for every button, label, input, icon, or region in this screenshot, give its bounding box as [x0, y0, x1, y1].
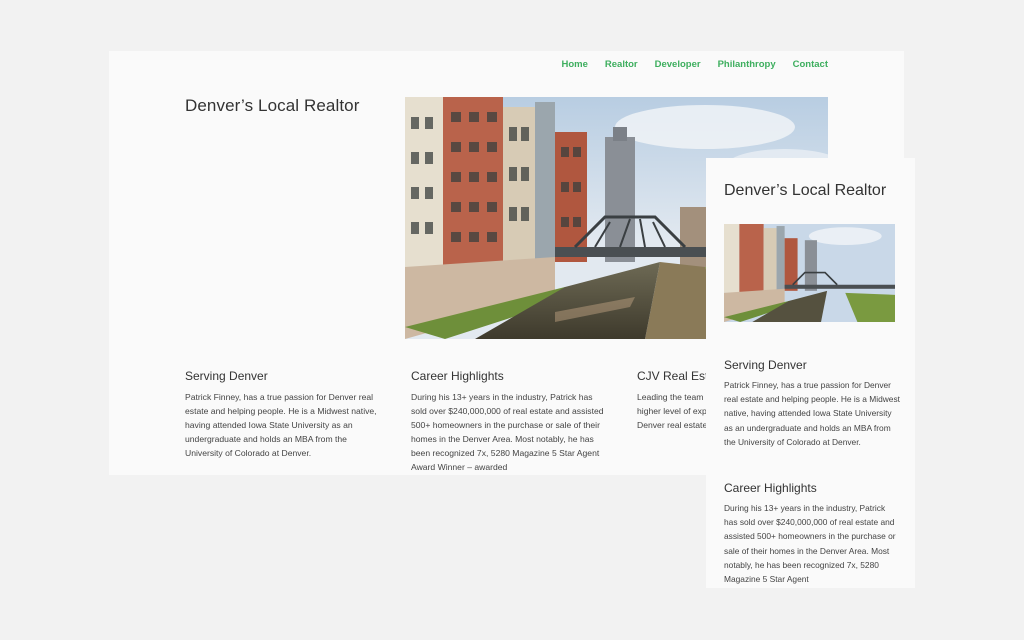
nav-contact[interactable]: Contact	[793, 60, 828, 70]
section-body: During his 13+ years in the industry, Pa…	[411, 392, 604, 472]
page-title: Denver’s Local Realtor	[185, 96, 360, 115]
mobile-page-title: Denver’s Local Realtor	[724, 182, 887, 199]
section-serving-denver: Serving Denver Patrick Finney, has a tru…	[185, 369, 380, 460]
mobile-section-serving-denver: Serving Denver Patrick Finney, has a tru…	[724, 358, 900, 449]
mobile-mockup: Denver’s Local Realtor Serving Denver Pa…	[706, 158, 915, 588]
nav-philanthropy[interactable]: Philanthropy	[718, 60, 776, 70]
section-body: Patrick Finney, has a true passion for D…	[185, 392, 377, 458]
main-nav: Home Realtor Developer Philanthropy Cont…	[544, 60, 828, 70]
section-body: During his 13+ years in the industry, Pa…	[724, 503, 896, 585]
section-heading: Career Highlights	[411, 369, 504, 383]
section-heading: Serving Denver	[724, 358, 807, 372]
nav-realtor[interactable]: Realtor	[605, 60, 638, 70]
mobile-hero-image	[724, 224, 895, 322]
section-heading: Serving Denver	[185, 369, 268, 383]
section-heading: Career Highlights	[724, 481, 817, 495]
section-career-highlights: Career Highlights During his 13+ years i…	[411, 369, 606, 474]
mobile-section-career-highlights: Career Highlights During his 13+ years i…	[724, 481, 900, 586]
nav-home[interactable]: Home	[561, 60, 587, 70]
section-body: Patrick Finney, has a true passion for D…	[724, 380, 900, 447]
nav-developer[interactable]: Developer	[655, 60, 701, 70]
